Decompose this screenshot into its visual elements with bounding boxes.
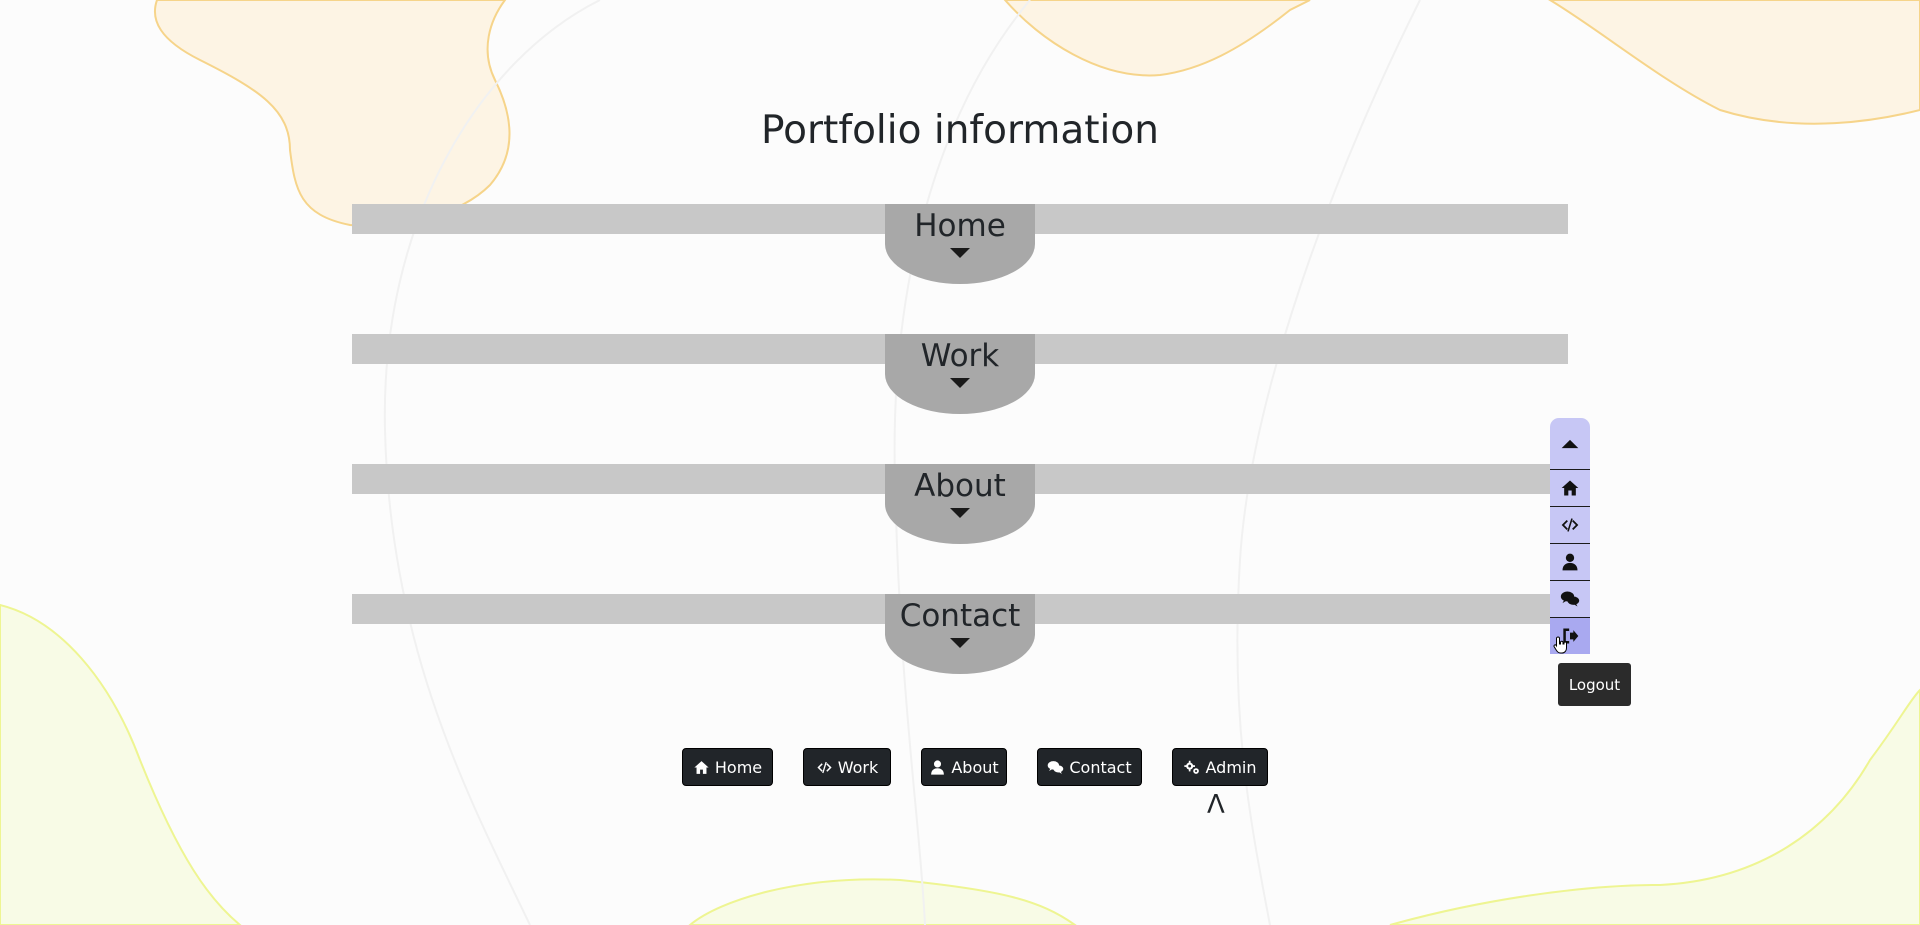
admin-indicator: Λ — [1207, 790, 1225, 820]
user-icon — [931, 759, 945, 775]
home-button[interactable]: Home — [682, 748, 773, 786]
side-nav-work[interactable] — [1550, 507, 1590, 544]
section-about-label: About — [914, 468, 1006, 504]
side-nav-top[interactable] — [1550, 418, 1590, 470]
comments-icon — [1048, 760, 1064, 774]
work-button-label: Work — [837, 757, 879, 777]
caret-down-icon — [950, 378, 970, 388]
admin-button[interactable]: Admin — [1172, 748, 1268, 786]
caret-down-icon — [950, 248, 970, 258]
section-home: Home — [352, 204, 1568, 284]
section-contact-label: Contact — [899, 598, 1021, 634]
caret-down-icon — [950, 508, 970, 518]
section-about-toggle[interactable]: About — [885, 464, 1035, 544]
section-contact-toggle[interactable]: Contact — [885, 594, 1035, 674]
section-home-label: Home — [914, 208, 1006, 244]
comments-icon — [1560, 591, 1580, 607]
hand-cursor-icon — [1553, 636, 1567, 654]
code-icon — [1561, 518, 1579, 532]
user-icon — [1562, 553, 1578, 571]
work-button[interactable]: Work — [803, 748, 891, 786]
section-work: Work — [352, 334, 1568, 414]
caret-up-icon — [1561, 439, 1579, 448]
section-work-toggle[interactable]: Work — [885, 334, 1035, 414]
contact-button[interactable]: Contact — [1037, 748, 1142, 786]
gears-icon — [1183, 760, 1199, 774]
about-button[interactable]: About — [921, 748, 1007, 786]
admin-button-label: Admin — [1205, 757, 1257, 777]
section-home-toggle[interactable]: Home — [885, 204, 1035, 284]
section-contact: Contact — [352, 594, 1568, 674]
side-nav — [1550, 418, 1590, 654]
side-nav-about[interactable] — [1550, 544, 1590, 581]
home-icon — [694, 760, 709, 774]
caret-down-icon — [950, 638, 970, 648]
section-work-label: Work — [920, 338, 1000, 374]
home-button-label: Home — [714, 757, 763, 777]
side-nav-contact[interactable] — [1550, 581, 1590, 618]
home-icon — [1561, 480, 1579, 496]
page-title: Portfolio information — [761, 108, 1159, 153]
section-about: About — [352, 464, 1568, 544]
side-nav-home[interactable] — [1550, 470, 1590, 507]
logout-tooltip: Logout — [1558, 663, 1631, 706]
about-button-label: About — [951, 757, 999, 777]
code-icon — [817, 761, 832, 773]
contact-button-label: Contact — [1069, 757, 1132, 777]
